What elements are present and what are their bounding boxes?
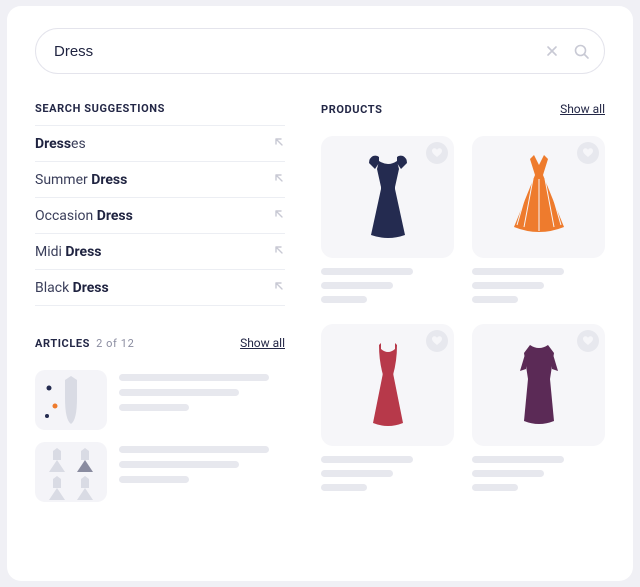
- suggestion-item[interactable]: Dresses: [35, 126, 285, 162]
- article-item[interactable]: [35, 442, 285, 502]
- suggestion-item[interactable]: Occasion Dress: [35, 198, 285, 234]
- product-placeholder-lines: [321, 268, 454, 303]
- arrow-nw-icon: [273, 172, 285, 188]
- articles-show-all-link[interactable]: Show all: [240, 336, 285, 350]
- favorite-button[interactable]: [426, 142, 448, 164]
- search-dropdown-panel: SEARCH SUGGESTIONS Dresses Summer Dress …: [7, 6, 633, 581]
- products-title: PRODUCTS: [321, 103, 382, 116]
- suggestions-title: SEARCH SUGGESTIONS: [35, 102, 285, 115]
- product-placeholder-lines: [472, 456, 605, 491]
- arrow-nw-icon: [273, 136, 285, 152]
- suggestion-item[interactable]: Midi Dress: [35, 234, 285, 270]
- suggestion-item[interactable]: Summer Dress: [35, 162, 285, 198]
- dress-icon: [359, 341, 417, 429]
- favorite-button[interactable]: [577, 330, 599, 352]
- suggestion-item[interactable]: Black Dress: [35, 270, 285, 306]
- arrow-nw-icon: [273, 280, 285, 296]
- suggestions-list: Dresses Summer Dress Occasion Dress Midi…: [35, 125, 285, 306]
- arrow-nw-icon: [273, 244, 285, 260]
- search-icon[interactable]: [573, 43, 590, 60]
- article-placeholder-lines: [119, 442, 285, 502]
- product-card-navy-dress[interactable]: [321, 136, 454, 258]
- product-placeholder-lines: [472, 268, 605, 303]
- article-thumb: [35, 370, 107, 430]
- articles-title: ARTICLES2 of 12: [35, 337, 134, 350]
- dress-icon: [359, 153, 417, 241]
- search-input[interactable]: [54, 43, 537, 60]
- search-bar: [35, 28, 605, 74]
- article-item[interactable]: [35, 370, 285, 430]
- product-card-plum-dress[interactable]: [472, 324, 605, 446]
- dress-icon: [510, 153, 568, 241]
- product-card-red-dress[interactable]: [321, 324, 454, 446]
- article-thumb: [35, 442, 107, 502]
- product-placeholder-lines: [321, 456, 454, 491]
- favorite-button[interactable]: [577, 142, 599, 164]
- favorite-button[interactable]: [426, 330, 448, 352]
- product-card-orange-dress[interactable]: [472, 136, 605, 258]
- dress-icon: [510, 341, 568, 429]
- clear-icon[interactable]: [545, 44, 559, 58]
- arrow-nw-icon: [273, 208, 285, 224]
- article-placeholder-lines: [119, 370, 285, 430]
- products-grid: [321, 136, 605, 498]
- products-show-all-link[interactable]: Show all: [560, 102, 605, 116]
